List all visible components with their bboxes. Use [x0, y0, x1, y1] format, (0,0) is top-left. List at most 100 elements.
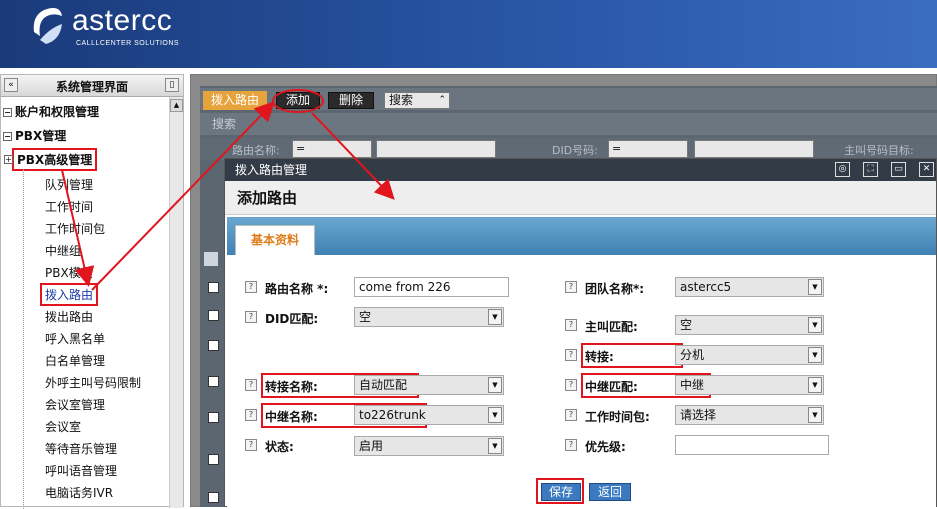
sidebar-scrollbar[interactable]: ▲ — [169, 97, 183, 508]
dialog-heading: 添加路由 — [225, 181, 936, 215]
sidebar-item-worktime-package[interactable]: 工作时间包 — [45, 220, 105, 237]
route-name-label: 路由名称 *: — [265, 282, 329, 296]
filter-route-name-value[interactable] — [376, 140, 496, 158]
row-checkbox[interactable] — [208, 376, 219, 387]
filter-did-label: DID号码: — [552, 144, 598, 157]
chevron-down-icon: ▼ — [488, 377, 502, 393]
row-checkbox[interactable] — [208, 340, 219, 351]
logo-text: astercc — [72, 4, 173, 37]
help-icon[interactable]: ? — [245, 379, 257, 391]
team-name-select[interactable]: astercc5 ▼ — [675, 277, 824, 297]
route-name-input[interactable]: come from 226 — [354, 277, 509, 297]
help-icon[interactable]: ? — [245, 439, 257, 451]
app-header: astercc CALLLCENTER SOLUTIONS — [0, 0, 937, 68]
sidebar-item-worktime[interactable]: 工作时间 — [45, 198, 93, 215]
scroll-up-icon[interactable]: ▲ — [170, 99, 183, 112]
pin-icon[interactable]: ▯ — [165, 78, 179, 92]
sidebar-header: « 系统管理界面 ▯ — [1, 75, 183, 97]
sidebar-item-whitelist[interactable]: 白名单管理 — [45, 352, 105, 369]
logo-subtitle: CALLLCENTER SOLUTIONS — [76, 40, 180, 47]
sidebar-item-conference-manage[interactable]: 会议室管理 — [45, 396, 105, 413]
doc-icon — [204, 252, 218, 266]
astercc-logo-icon — [33, 8, 62, 44]
help-icon[interactable]: ? — [565, 439, 577, 451]
filter-row: 路由名称: = DID号码: = 主叫号码目标: — [200, 138, 937, 160]
save-button[interactable]: 保存 — [541, 483, 581, 501]
trunk-name-select[interactable]: to226trunk ▼ — [354, 405, 504, 425]
chevron-down-icon: ▼ — [808, 317, 822, 333]
filter-did-op[interactable]: = — [608, 140, 688, 158]
row-checkbox[interactable] — [208, 412, 219, 423]
chevron-down-icon: ▼ — [488, 309, 502, 325]
worktime-package-label: 工作时间包: — [585, 410, 650, 424]
priority-input[interactable] — [675, 435, 829, 455]
dialog-tabbar: 基本资料 — [227, 217, 936, 255]
trunk-match-select[interactable]: 中继 ▼ — [675, 375, 824, 395]
sidebar-item-ivr[interactable]: 电脑话务IVR — [45, 484, 113, 501]
restore-icon[interactable]: ◎ — [835, 162, 850, 177]
chevron-down-icon: ▼ — [808, 279, 822, 295]
sidebar-group-accounts[interactable]: − 账户和权限管理 — [3, 103, 99, 120]
help-icon[interactable]: ? — [245, 311, 257, 323]
row-checkbox[interactable] — [208, 310, 219, 321]
status-select[interactable]: 启用 ▼ — [354, 436, 504, 456]
row-checkbox[interactable] — [208, 282, 219, 293]
tab-inbound-route[interactable]: 拨入路由 — [203, 91, 267, 110]
help-icon[interactable]: ? — [245, 409, 257, 421]
sidebar-item-voice-prompt[interactable]: 呼叫语音管理 — [45, 462, 117, 479]
chevron-down-icon: ▼ — [808, 407, 822, 423]
sidebar-item-callerid-limit[interactable]: 外呼主叫号码限制 — [45, 374, 141, 391]
add-highlight — [272, 89, 324, 113]
sidebar-item-inbound-route[interactable]: 拨入路由 — [39, 283, 99, 306]
did-match-select[interactable]: 空 ▼ — [354, 307, 504, 327]
sidebar-item-outbound-route[interactable]: 拨出路由 — [45, 308, 93, 325]
status-label: 状态: — [265, 440, 294, 454]
chevron-down-icon: ▼ — [488, 407, 502, 423]
maximize-icon[interactable]: ⛶ — [863, 162, 878, 177]
help-icon[interactable]: ? — [565, 409, 577, 421]
sidebar-item-pbx-template[interactable]: PBX模板 — [45, 264, 93, 281]
sidebar-group-pbx-advanced[interactable]: PBX高级管理 — [11, 148, 98, 171]
sidebar-item-hold-music[interactable]: 等待音乐管理 — [45, 440, 117, 457]
sidebar-item-inbound-blacklist[interactable]: 呼入黑名单 — [45, 330, 105, 347]
sidebar-item-trunk-group[interactable]: 中继组 — [45, 242, 81, 259]
sidebar-group-pbx[interactable]: − PBX管理 — [3, 127, 66, 144]
add-route-dialog: 拨入路由管理 ◎ ⛶ ▭ ✕ 添加路由 基本资料 — [224, 158, 937, 508]
chevron-up-icon: ⌃ — [438, 95, 446, 105]
sidebar-item-queue[interactable]: 队列管理 — [45, 176, 93, 193]
search-toggle-button[interactable]: 搜索 ⌃ — [384, 92, 450, 109]
back-button[interactable]: 返回 — [589, 483, 631, 501]
minimize-icon[interactable]: ▭ — [891, 162, 906, 177]
caller-match-select[interactable]: 空 ▼ — [675, 315, 824, 335]
priority-label: 优先级: — [585, 440, 626, 454]
transfer-select[interactable]: 分机 ▼ — [675, 345, 824, 365]
team-name-label: 团队名称*: — [585, 282, 645, 296]
expand-icon[interactable]: + — [4, 155, 13, 164]
help-icon[interactable]: ? — [565, 319, 577, 331]
worktime-package-select[interactable]: 请选择 ▼ — [675, 405, 824, 425]
caller-match-label: 主叫匹配: — [585, 320, 638, 334]
filter-callerid-label: 主叫号码目标: — [844, 144, 914, 157]
help-icon[interactable]: ? — [565, 379, 577, 391]
row-checkbox[interactable] — [208, 492, 219, 503]
search-bar: 搜索 — [200, 113, 937, 135]
filter-route-name-op[interactable]: = — [292, 140, 372, 158]
sidebar: « 系统管理界面 ▯ ▲ − 账户和权限管理 − PBX管理 PBX高级管理 + 队… — [0, 74, 184, 509]
transfer-label: 转接: — [581, 343, 683, 368]
help-icon[interactable]: ? — [245, 281, 257, 293]
sidebar-item-conference[interactable]: 会议室 — [45, 418, 81, 435]
transfer-name-select[interactable]: 自动匹配 ▼ — [354, 375, 504, 395]
tab-basic-info[interactable]: 基本资料 — [235, 225, 315, 255]
chevron-down-icon: ▼ — [808, 347, 822, 363]
tree-connector — [23, 169, 24, 509]
filter-route-name-label: 路由名称: — [232, 144, 280, 157]
help-icon[interactable]: ? — [565, 349, 577, 361]
help-icon[interactable]: ? — [565, 281, 577, 293]
delete-button[interactable]: 删除 — [328, 92, 374, 109]
filter-did-value[interactable] — [694, 140, 814, 158]
close-icon[interactable]: ✕ — [919, 162, 934, 177]
background-table — [200, 240, 222, 507]
collapse-icon: − — [3, 132, 12, 141]
collapse-icon: − — [3, 108, 12, 117]
row-checkbox[interactable] — [208, 454, 219, 465]
